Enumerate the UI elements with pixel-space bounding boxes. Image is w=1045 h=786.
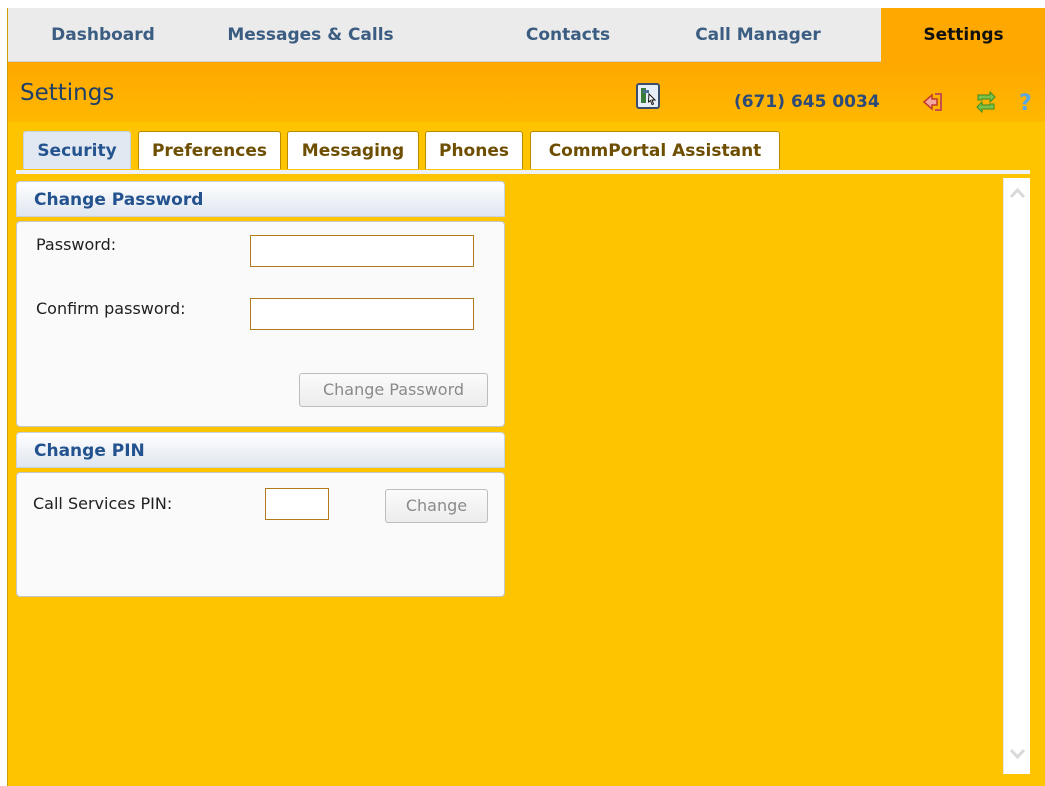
phone-number: (671) 645 0034 bbox=[734, 92, 880, 112]
tab-phones[interactable]: Phones bbox=[425, 131, 523, 169]
logout-icon[interactable] bbox=[921, 90, 945, 114]
change-pin-header: Change PIN bbox=[16, 432, 505, 468]
top-navigation: Dashboard Messages & Calls Contacts Call… bbox=[8, 8, 1045, 62]
password-input[interactable] bbox=[250, 235, 474, 267]
tab-divider bbox=[16, 170, 1030, 174]
change-password-header: Change Password bbox=[16, 181, 505, 217]
help-icon[interactable]: ? bbox=[1014, 90, 1038, 116]
confirm-password-input[interactable] bbox=[250, 298, 474, 330]
refresh-icon[interactable] bbox=[974, 90, 998, 114]
page-header bbox=[8, 62, 1045, 122]
nav-contacts[interactable]: Contacts bbox=[488, 8, 648, 62]
nav-messages-calls[interactable]: Messages & Calls bbox=[198, 8, 423, 62]
page-help-icon[interactable] bbox=[636, 83, 660, 109]
change-pin-button[interactable]: Change bbox=[385, 489, 488, 523]
password-label: Password: bbox=[36, 235, 117, 254]
vertical-scrollbar[interactable] bbox=[1003, 178, 1030, 774]
confirm-password-label: Confirm password: bbox=[36, 299, 186, 318]
change-password-button[interactable]: Change Password bbox=[299, 373, 488, 407]
change-pin-panel: Call Services PIN: Change bbox=[16, 472, 505, 597]
nav-call-manager[interactable]: Call Manager bbox=[668, 8, 848, 62]
nav-settings[interactable]: Settings bbox=[881, 8, 1045, 62]
page-title: Settings bbox=[20, 80, 115, 106]
pin-input[interactable] bbox=[265, 488, 329, 520]
tab-commportal-assistant[interactable]: CommPortal Assistant bbox=[530, 131, 780, 169]
scroll-up-icon[interactable] bbox=[1008, 184, 1027, 203]
nav-dashboard[interactable]: Dashboard bbox=[8, 8, 198, 62]
scroll-down-icon[interactable] bbox=[1008, 744, 1027, 763]
svg-text:?: ? bbox=[1019, 91, 1032, 114]
tab-security[interactable]: Security bbox=[23, 131, 131, 169]
change-password-panel: Password: Confirm password: Change Passw… bbox=[16, 221, 505, 427]
pin-label: Call Services PIN: bbox=[33, 494, 173, 513]
tab-preferences[interactable]: Preferences bbox=[138, 131, 281, 169]
tab-messaging[interactable]: Messaging bbox=[287, 131, 419, 169]
